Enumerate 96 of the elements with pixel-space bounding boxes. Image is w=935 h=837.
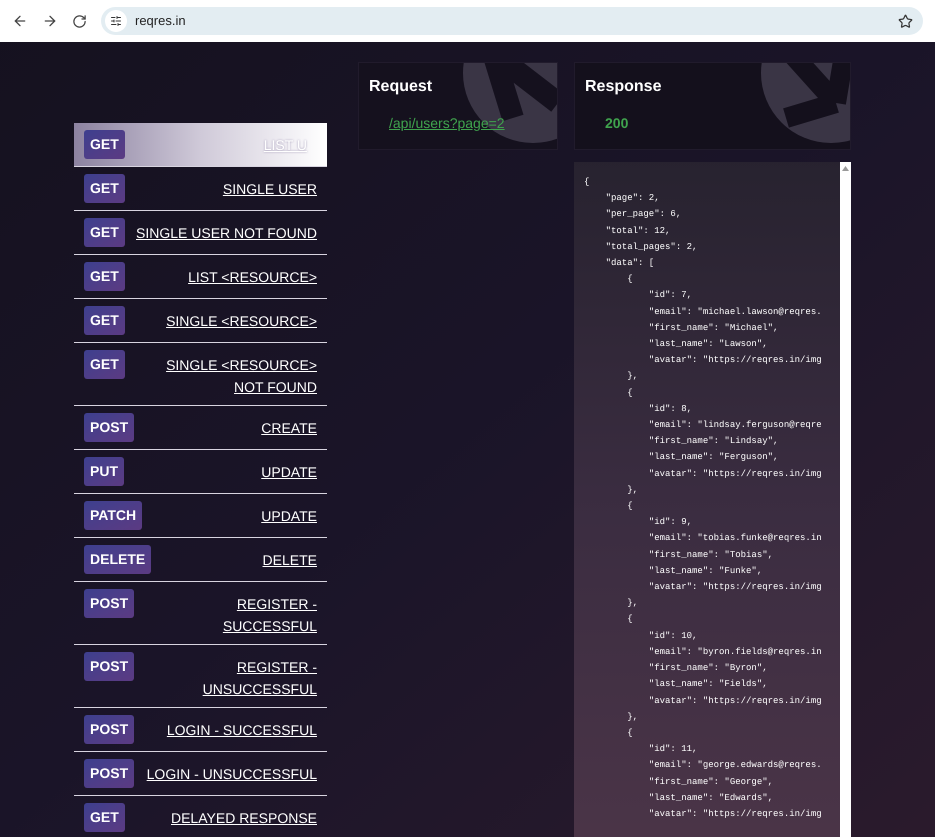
endpoint-item[interactable]: GET SINGLE USER NOT FOUND <box>74 211 327 255</box>
endpoint-item[interactable]: POST LOGIN - UNSUCCESSFUL <box>74 752 327 796</box>
code-line: "id": 9, <box>648 516 694 530</box>
method-badge: POST <box>84 589 134 618</box>
method-badge: DELETE <box>84 545 152 574</box>
code-line: "id": 7, <box>648 289 694 302</box>
code-line: "total": 12, <box>604 224 672 238</box>
method-badge: GET <box>84 306 125 335</box>
address-bar[interactable]: reqres.in <box>101 7 923 35</box>
code-line: "avatar": "https://reqres.in/img <box>648 354 823 368</box>
method-badge: POST <box>84 759 134 788</box>
code-line: { <box>626 500 634 514</box>
endpoint-item[interactable]: GET DELAYED RESPONSE <box>74 796 327 837</box>
code-line: { <box>626 613 634 626</box>
endpoint-item[interactable]: GET SINGLE <RESOURCE> <box>74 299 327 343</box>
endpoint-item[interactable]: POST REGISTER - SUCCESSFUL <box>74 582 327 645</box>
endpoint-item[interactable]: POST CREATE <box>74 406 327 450</box>
code-line: "avatar": "https://reqres.in/img <box>648 468 823 481</box>
code-line: "id": 10, <box>648 630 698 643</box>
request-title: Request <box>369 77 434 97</box>
endpoint-label[interactable]: LOGIN - UNSUCCESSFUL <box>146 759 317 785</box>
code-line: "id": 8, <box>648 402 694 416</box>
method-badge: GET <box>84 350 125 379</box>
endpoint-label[interactable]: DELETE <box>262 545 317 571</box>
code-line: "last_name": "Lawson", <box>648 338 769 352</box>
endpoint-label[interactable]: CREATE <box>261 413 317 439</box>
code-line: }, <box>626 597 640 610</box>
address-text: reqres.in <box>135 12 187 30</box>
method-badge: GET <box>84 130 125 159</box>
endpoint-item[interactable]: GET SINGLE USER <box>74 167 327 211</box>
endpoint-item[interactable]: PATCH UPDATE <box>74 494 327 538</box>
endpoint-label[interactable]: SINGLE USER <box>222 174 317 200</box>
site-settings-icon[interactable] <box>110 15 122 27</box>
endpoint-item[interactable]: POST LOGIN - SUCCESSFUL <box>74 708 327 752</box>
code-line: "first_name": "Tobias", <box>648 548 774 562</box>
method-badge: GET <box>84 803 125 832</box>
method-badge: GET <box>84 218 125 247</box>
scrollbar[interactable] <box>840 162 851 837</box>
endpoint-label[interactable]: SINGLE <RESOURCE> <box>166 306 317 332</box>
endpoint-item[interactable]: GET LIST <RESOURCE> <box>74 255 327 299</box>
code-line: "last_name": "Edwards", <box>648 792 774 805</box>
code-line: "first_name": "Byron", <box>648 662 769 676</box>
method-badge: GET <box>84 262 125 291</box>
method-badge: POST <box>84 413 134 442</box>
back-icon[interactable] <box>12 13 28 29</box>
code-line: "last_name": "Ferguson", <box>648 451 780 464</box>
code-line: "avatar": "https://reqres.in/img <box>648 694 823 708</box>
code-line: "first_name": "Michael", <box>648 322 780 335</box>
endpoint-item[interactable]: POST REGISTER - UNSUCCESSFUL <box>74 645 327 708</box>
endpoint-item[interactable]: GET SINGLE <RESOURCE> NOT FOUND <box>74 343 327 406</box>
endpoint-label[interactable]: SINGLE USER NOT FOUND <box>136 218 317 244</box>
code-line: { <box>626 273 634 286</box>
code-line: "first_name": "Lindsay", <box>648 435 780 448</box>
code-line: }, <box>626 710 640 724</box>
forward-icon[interactable] <box>42 13 58 29</box>
reload-icon[interactable] <box>72 14 87 28</box>
code-line: "last_name": "Fields", <box>648 678 769 692</box>
code-line: "data": [ <box>604 257 656 270</box>
endpoint-label[interactable]: DELAYED RESPONSE <box>170 803 317 829</box>
code-line: "avatar": "https://reqres.in/img <box>648 581 823 594</box>
code-line: "email": "george.edwards@reqres. <box>648 759 823 772</box>
scroll-up-icon[interactable] <box>842 166 849 171</box>
method-badge: POST <box>84 715 134 744</box>
code-line: "email": "lindsay.ferguson@reqre <box>648 419 823 432</box>
endpoint-item[interactable]: PUT UPDATE <box>74 450 327 494</box>
endpoint-label[interactable]: LOGIN - SUCCESSFUL <box>166 715 317 741</box>
response-title: Response <box>585 77 662 97</box>
code-line: "total_pages": 2, <box>604 240 698 254</box>
code-line: "email": "byron.fields@reqres.in <box>648 646 823 659</box>
endpoint-label[interactable]: SINGLE <RESOURCE> NOT FOUND <box>134 350 317 398</box>
bookmark-star-icon[interactable] <box>898 14 913 28</box>
code-line: "email": "michael.lawson@reqres. <box>648 306 823 319</box>
endpoint-label[interactable]: REGISTER - SUCCESSFUL <box>144 589 317 637</box>
code-line: "last_name": "Funke", <box>648 564 764 578</box>
method-badge: POST <box>84 652 134 681</box>
code-line: "id": 11, <box>648 743 698 756</box>
method-badge: PATCH <box>84 501 142 530</box>
method-badge: PUT <box>84 457 124 486</box>
method-badge: GET <box>84 174 125 203</box>
code-line: }, <box>626 370 640 384</box>
code-line: { <box>584 176 590 189</box>
code-line: "avatar": "https://reqres.in/img <box>648 808 823 821</box>
code-line: "per_page": 6, <box>604 208 682 222</box>
code-line: "first_name": "George", <box>648 776 774 789</box>
code-line: { <box>626 386 634 400</box>
code-line: }, <box>626 484 640 497</box>
endpoint-label[interactable]: REGISTER - UNSUCCESSFUL <box>144 652 317 700</box>
endpoint-label[interactable]: UPDATE <box>261 457 317 483</box>
status-code: 200 <box>604 114 630 133</box>
request-url-link[interactable]: /api/users?page=2 <box>369 113 547 134</box>
endpoint-item[interactable]: DELETE DELETE <box>74 538 327 582</box>
endpoint-label[interactable]: LIST <RESOURCE> <box>188 262 317 288</box>
endpoint-label[interactable]: UPDATE <box>261 501 317 527</box>
code-line: "email": "tobias.funke@reqres.in <box>648 532 823 546</box>
code-line: "page": 2, <box>604 192 661 206</box>
code-line: { <box>626 726 634 740</box>
